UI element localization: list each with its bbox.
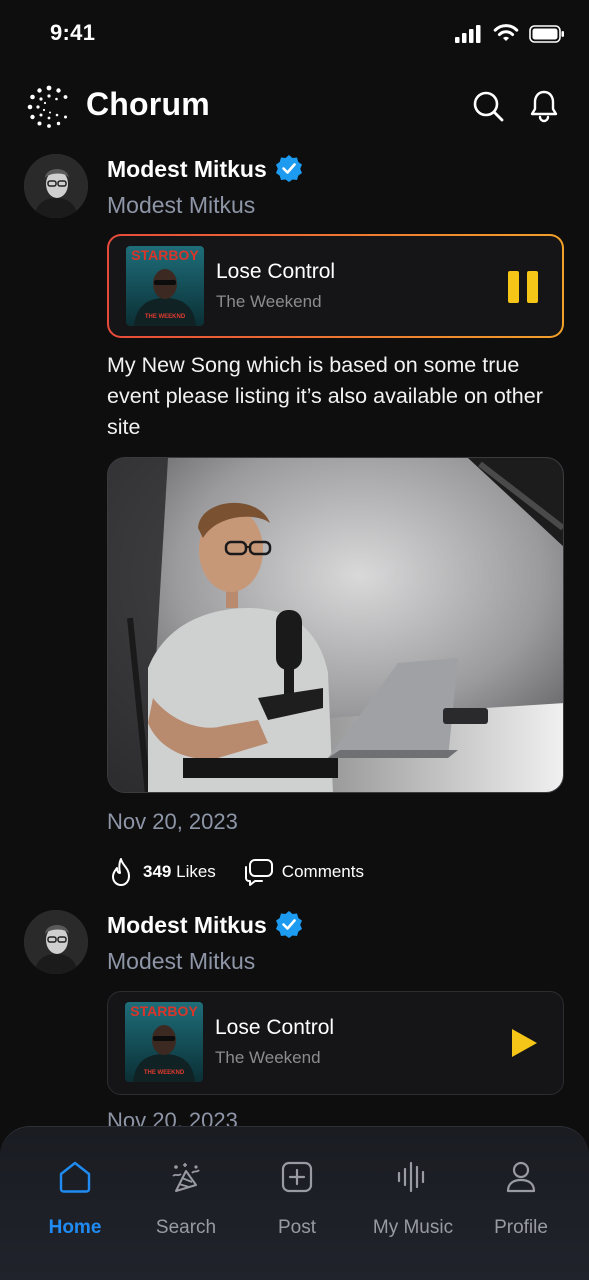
avatar[interactable] — [24, 154, 88, 218]
feed-post: Modest Mitkus Modest Mitkus THE WEEKND S… — [0, 154, 589, 894]
track-card[interactable]: THE WEEKND STARBOY Lose Control The Week… — [107, 234, 564, 338]
track-card[interactable]: THE WEEKND STARBOY Lose Control The Week… — [107, 991, 564, 1095]
user-icon — [506, 1161, 536, 1193]
battery-icon — [529, 24, 564, 43]
wifi-icon — [493, 24, 519, 41]
album-cover: THE WEEKND STARBOY — [126, 246, 204, 326]
nav-profile[interactable]: Profile — [466, 1157, 576, 1239]
party-icon — [172, 1163, 200, 1192]
comments-icon — [244, 859, 273, 886]
likes-count: 349 — [143, 862, 172, 881]
avatar-photo — [24, 154, 88, 218]
nav-my-music[interactable]: My Music — [358, 1157, 468, 1239]
cover-caption: THE WEEKND — [144, 1070, 185, 1076]
post-image[interactable] — [107, 457, 564, 793]
nav-label: Post — [277, 1217, 317, 1238]
signal-icon — [455, 24, 481, 43]
cover-title: STARBOY — [130, 1003, 198, 1019]
studio-photo — [108, 458, 563, 792]
nav-post[interactable]: Post — [242, 1157, 352, 1239]
cover-title: STARBOY — [131, 247, 199, 263]
home-icon — [59, 1161, 91, 1193]
pause-button[interactable] — [506, 270, 540, 304]
nav-home[interactable]: Home — [20, 1157, 130, 1239]
like-button[interactable]: 349 Likes — [107, 857, 216, 887]
search-button[interactable] — [470, 88, 506, 124]
search-icon — [473, 91, 504, 122]
track-artist: The Weekend — [215, 1048, 321, 1067]
verified-badge-icon — [276, 155, 302, 182]
status-icons — [455, 24, 565, 43]
pause-icon — [508, 271, 538, 303]
track-artist: The Weekend — [216, 292, 322, 311]
status-time: 9:41 — [50, 20, 96, 45]
waveform-icon — [397, 1161, 425, 1193]
bell-icon — [530, 90, 558, 123]
app-header: Chorum — [0, 70, 589, 144]
track-title: Lose Control — [216, 260, 336, 283]
status-bar: 9:41 — [0, 0, 589, 70]
author-name[interactable]: Modest Mitkus — [107, 912, 267, 939]
track-title: Lose Control — [215, 1016, 335, 1039]
nav-label: Home — [48, 1217, 102, 1238]
bottom-nav: Home Search Post My Music Profile — [0, 1126, 589, 1280]
post-date: Nov 20, 2023 — [107, 809, 238, 834]
avatar-photo — [24, 910, 88, 974]
play-icon — [512, 1029, 537, 1057]
comments-label: Comments — [281, 862, 364, 881]
author-handle: Modest Mitkus — [107, 948, 256, 974]
likes-label: Likes — [176, 862, 216, 881]
nav-label: My Music — [372, 1217, 454, 1238]
album-cover: THE WEEKND STARBOY — [125, 1002, 203, 1082]
post-actions: 349 Likes Comments — [107, 857, 364, 887]
flame-icon — [112, 858, 130, 886]
nav-label: Search — [155, 1217, 217, 1238]
author-name[interactable]: Modest Mitkus — [107, 156, 267, 183]
notifications-button[interactable] — [526, 88, 562, 124]
nav-search[interactable]: Search — [131, 1157, 241, 1239]
verified-badge-icon — [276, 911, 302, 938]
cover-caption: THE WEEKND — [145, 314, 186, 320]
chorum-logo-icon — [27, 85, 68, 128]
play-button[interactable] — [507, 1026, 541, 1060]
plus-square-icon — [281, 1161, 313, 1193]
app-title: Chorum — [86, 86, 210, 122]
author-handle: Modest Mitkus — [107, 192, 256, 218]
post-text: My New Song which is based on some true … — [107, 353, 543, 439]
feed-post: Modest Mitkus Modest Mitkus THE WEEKND S… — [0, 910, 589, 1133]
nav-label: Profile — [494, 1217, 548, 1238]
comments-button[interactable]: Comments — [242, 858, 364, 886]
avatar[interactable] — [24, 910, 88, 974]
